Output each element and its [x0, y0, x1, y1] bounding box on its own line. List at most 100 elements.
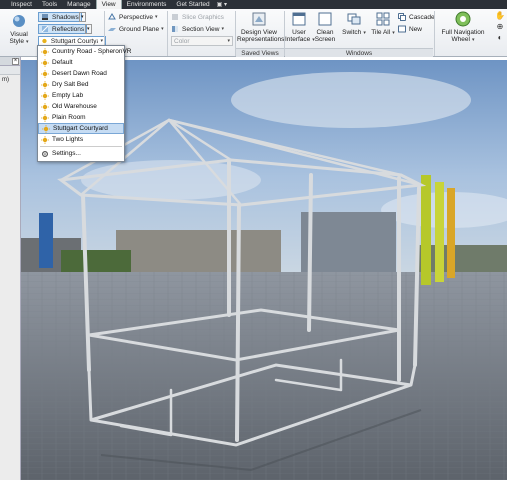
tab-environments[interactable]: Environments: [122, 0, 172, 9]
banner: [435, 182, 444, 282]
tab-overflow-icon[interactable]: ▣ ▾: [217, 1, 227, 8]
shadows-icon: [42, 14, 48, 20]
tab-view[interactable]: View: [95, 0, 122, 9]
tree-line: [61, 250, 131, 272]
environment-option-label: Stuttgart Courtyard: [53, 125, 108, 132]
environment-option[interactable]: Two Lights: [38, 134, 124, 145]
environment-dropdown: Country Road - SpheronVR Default Desert …: [37, 45, 132, 162]
environment-option-label: Dry Salt Bed: [52, 81, 89, 88]
environment-option[interactable]: Default: [38, 57, 124, 68]
design-view-icon: [252, 12, 266, 26]
building: [39, 213, 53, 268]
environment-option-label: Default: [52, 59, 73, 66]
pavement-tiles: [21, 272, 507, 480]
environment-settings-label: Settings...: [52, 150, 81, 157]
browser-close-icon[interactable]: ×: [12, 57, 19, 65]
tile-all-icon: [376, 12, 390, 26]
user-interface-icon: [292, 12, 306, 26]
new-window-label: New: [409, 25, 423, 33]
user-interface-button[interactable]: User Interface ▾: [285, 11, 315, 44]
environment-option-label: Country Road - SpheronVR: [52, 48, 132, 55]
switch-label: Switch: [342, 29, 362, 36]
ribbon-separator: [167, 11, 168, 56]
environment-option-label: Desert Dawn Road: [52, 70, 107, 77]
switch-icon: [347, 13, 361, 25]
tab-inspect[interactable]: Inspect: [6, 0, 37, 9]
tab-get-started[interactable]: Get Started: [171, 0, 214, 9]
environment-sun-icon: [41, 47, 49, 56]
ribbon-separator: [434, 11, 435, 56]
panel-windows-title: Windows: [285, 48, 433, 57]
environment-option-label: Empty Lab: [52, 92, 84, 99]
full-navigation-wheel-button[interactable]: Full Navigation Wheel ▾: [436, 11, 490, 44]
ground-plane-button[interactable]: Ground Plane ▾: [108, 24, 164, 34]
perspective-icon: [108, 13, 116, 20]
section-view-button[interactable]: Section View ▾: [171, 24, 224, 34]
environment-select-value: Stuttgart Courtyard: [50, 37, 99, 45]
browser-toolbar: [0, 66, 20, 75]
slice-graphics-button[interactable]: Slice Graphics: [171, 12, 224, 22]
environment-sun-icon: [41, 58, 49, 67]
pan-icon[interactable]: ✋: [494, 11, 506, 22]
dropdown-divider: [40, 146, 122, 147]
perspective-label: Perspective: [119, 13, 153, 21]
panel-saved-views-title: Saved Views: [236, 48, 284, 57]
environment-option-label: Two Lights: [52, 136, 84, 143]
navigation-wheel-icon: [455, 11, 471, 27]
section-view-icon: [172, 26, 178, 32]
switch-button[interactable]: Switch ▾: [341, 11, 367, 37]
design-view-label: Design View Representations: [237, 29, 285, 43]
environment-icon: [42, 38, 47, 44]
building: [419, 245, 507, 272]
orbit-icon[interactable]: ◐: [494, 33, 506, 44]
browser-node-label[interactable]: m): [0, 75, 20, 83]
shadows-dropdown-icon[interactable]: ▾: [79, 12, 86, 22]
cascade-label: Cascade: [409, 13, 435, 21]
environment-option[interactable]: Old Warehouse: [38, 101, 124, 112]
environment-select-chevron-icon: ▾: [100, 38, 103, 44]
environment-sun-icon: [41, 69, 49, 78]
color-select[interactable]: Color ▾: [171, 36, 233, 46]
new-window-button[interactable]: New: [398, 24, 422, 34]
color-select-value: Color: [174, 37, 190, 45]
shadows-button[interactable]: Shadows: [38, 12, 82, 22]
tile-all-button[interactable]: Tile All ▾: [370, 11, 396, 37]
clean-screen-button[interactable]: Clean Screen: [313, 11, 337, 43]
cascade-button[interactable]: Cascade: [398, 12, 435, 22]
environment-sun-icon: [41, 91, 49, 100]
environment-option[interactable]: Country Road - SpheronVR: [38, 46, 132, 57]
environment-option-label: Plain Room: [52, 114, 86, 121]
visual-style-button[interactable]: Visual Style ▾: [3, 11, 35, 46]
browser-header: ×: [0, 57, 20, 66]
new-window-icon: [398, 25, 406, 33]
section-view-label: Section View: [182, 25, 220, 33]
tile-all-label: Tile All: [371, 29, 391, 36]
full-navigation-wheel-label: Full Navigation Wheel: [441, 29, 485, 43]
cloud: [231, 72, 471, 128]
settings-gear-icon: [41, 150, 49, 157]
ground-plane-label: Ground Plane: [119, 25, 160, 33]
cascade-icon: [398, 13, 406, 21]
environment-option[interactable]: Plain Room: [38, 112, 124, 123]
reflections-icon: [41, 25, 49, 33]
banner: [447, 188, 455, 278]
shadows-label: Shadows: [52, 13, 79, 21]
nav-tools: ✋ ⊕ ◐: [494, 11, 506, 44]
slice-graphics-label: Slice Graphics: [182, 13, 224, 21]
zoom-icon[interactable]: ⊕: [494, 22, 506, 33]
environment-option[interactable]: Desert Dawn Road: [38, 68, 124, 79]
reflections-dropdown-icon[interactable]: ▾: [85, 24, 92, 34]
perspective-button[interactable]: Perspective ▾: [108, 12, 157, 22]
building: [116, 230, 281, 272]
reflections-button[interactable]: Reflections: [38, 24, 88, 34]
environment-option-selected[interactable]: Stuttgart Courtyard: [38, 123, 124, 134]
tab-tools[interactable]: Tools: [37, 0, 62, 9]
design-view-button[interactable]: Design View Representations: [237, 11, 285, 43]
environment-option[interactable]: Empty Lab: [38, 90, 124, 101]
environment-option[interactable]: Dry Salt Bed: [38, 79, 124, 90]
environment-sun-icon: [41, 113, 49, 122]
environment-settings-item[interactable]: Settings...: [38, 148, 124, 159]
model-browser-strip: × m): [0, 57, 21, 480]
visual-style-icon: [13, 15, 25, 27]
tab-manage[interactable]: Manage: [62, 0, 96, 9]
